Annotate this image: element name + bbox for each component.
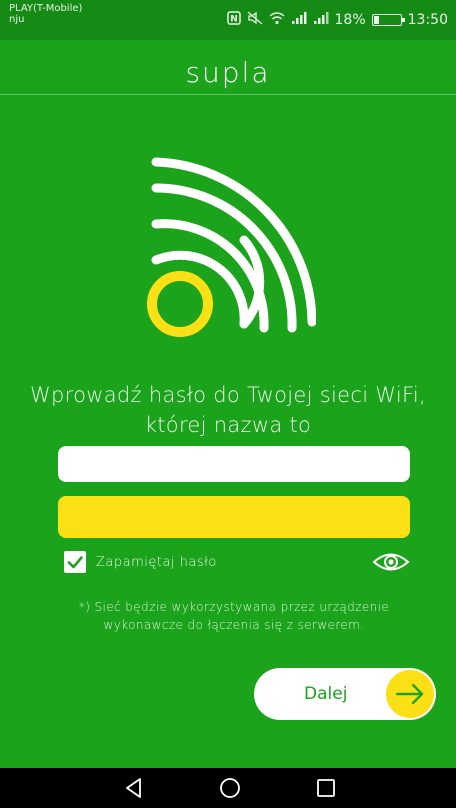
remember-password-checkbox[interactable] <box>64 551 86 573</box>
remember-password-row[interactable]: Zapamiętaj hasło <box>64 551 217 573</box>
next-button[interactable]: Dalej <box>254 668 436 720</box>
svg-text:N: N <box>230 15 238 25</box>
carrier-name: PLAY(T-Mobile) <box>9 3 83 14</box>
mute-icon <box>247 11 263 28</box>
carrier-secondary: nju <box>9 14 25 25</box>
nfc-icon: N <box>226 11 241 28</box>
logo-circle <box>147 271 213 337</box>
checkmark-icon <box>67 556 83 569</box>
wifi-prompt-text: Wprowadź hasło do Twojej sieci WiFi, któ… <box>29 383 427 437</box>
status-bar: PLAY(T-Mobile) nju N 18% 13:50 <box>0 0 456 40</box>
carrier-info: PLAY(T-Mobile) nju <box>9 3 82 25</box>
brand-title: supla <box>185 56 271 89</box>
signal-icon <box>291 11 307 28</box>
signal-icon-2 <box>313 11 329 28</box>
info-footnote: *) Sieć będzie wykorzystywana przez urzą… <box>78 600 390 632</box>
battery-percent: 18% <box>334 11 366 28</box>
wifi-name-input[interactable] <box>58 446 410 482</box>
next-button-label: Dalej <box>304 684 348 704</box>
wifi-password-input[interactable] <box>58 496 410 538</box>
recents-icon[interactable] <box>314 776 338 800</box>
wifi-icon <box>269 11 285 28</box>
clock: 13:50 <box>407 11 448 28</box>
supla-wifi-logo-icon <box>147 157 316 337</box>
home-icon[interactable] <box>218 776 242 800</box>
battery-level <box>373 15 379 24</box>
status-icons: N 18% 13:50 <box>226 11 448 28</box>
system-nav-bar <box>0 768 456 808</box>
show-password-eye-icon[interactable] <box>372 549 410 575</box>
battery-icon <box>371 13 405 26</box>
back-icon[interactable] <box>122 776 146 800</box>
app-header: supla <box>0 40 456 95</box>
remember-password-label: Zapamiętaj hasło <box>96 554 217 570</box>
arrow-right-icon <box>386 670 434 718</box>
